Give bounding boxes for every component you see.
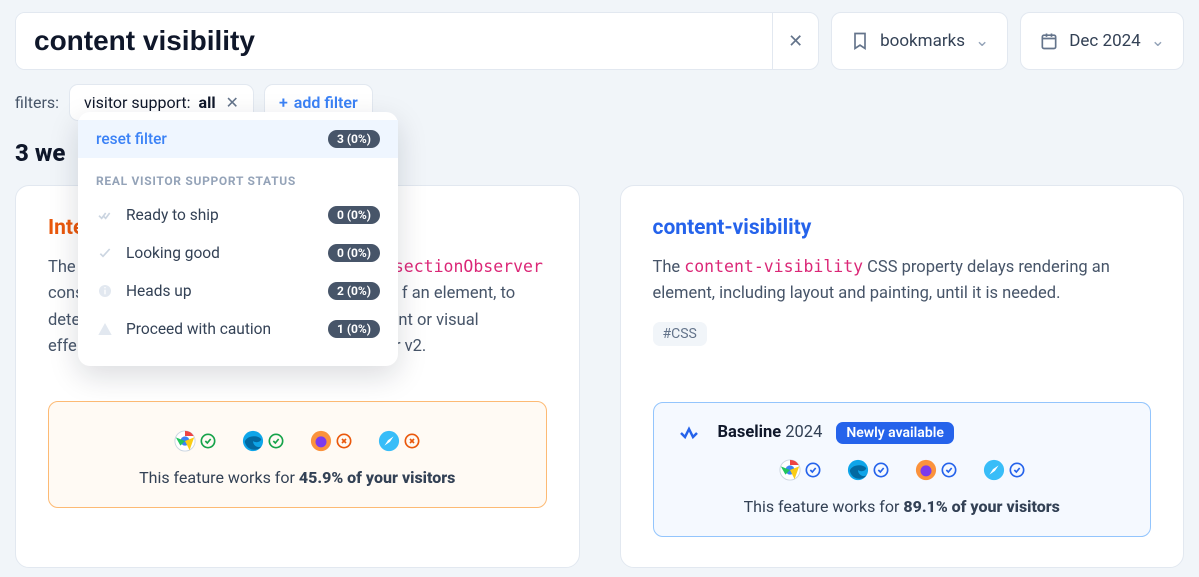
chrome-icon xyxy=(779,459,801,481)
browser-chrome xyxy=(773,457,827,483)
dropdown-item-label: Ready to ship xyxy=(126,206,219,224)
dropdown-item-heads-up[interactable]: Heads up 2 (0%) xyxy=(78,272,398,310)
reset-filter-label: reset filter xyxy=(96,130,167,148)
dropdown-item-proceed-with-caution[interactable]: Proceed with caution 1 (0%) xyxy=(78,310,398,348)
works-prefix: This feature works for xyxy=(744,497,904,516)
dropdown-item-looking-good[interactable]: Looking good 0 (0%) xyxy=(78,234,398,272)
result-card-content-visibility[interactable]: content-visibility The content-visibilit… xyxy=(620,185,1185,568)
newly-available-badge: Newly available xyxy=(836,422,954,444)
works-for-line: This feature works for 89.1% of your vis… xyxy=(676,497,1129,516)
support-panel: This feature works for 45.9% of your vis… xyxy=(48,401,547,508)
bookmarks-button[interactable]: bookmarks ⌄ xyxy=(831,12,1008,70)
plus-icon: + xyxy=(279,93,288,112)
desc-frag: The xyxy=(653,258,685,277)
dropdown-item-count: 0 (0%) xyxy=(328,244,380,262)
works-for-line: This feature works for 45.9% of your vis… xyxy=(71,468,524,487)
baseline-header: Baseline 2024 Newly available xyxy=(676,421,1129,445)
firefox-icon xyxy=(310,430,332,452)
desc-frag: f an element, to xyxy=(402,284,515,303)
date-label: Dec 2024 xyxy=(1069,31,1141,51)
filter-chip-value: all xyxy=(199,93,216,112)
close-icon: ✕ xyxy=(788,31,803,52)
browser-firefox xyxy=(304,428,358,454)
warning-icon xyxy=(96,321,114,337)
filter-dropdown: reset filter 3 (0%) REAL VISITOR SUPPORT… xyxy=(78,112,398,366)
chevron-down-icon: ⌄ xyxy=(975,31,989,51)
desc-frag: dete xyxy=(48,311,80,330)
dropdown-item-count: 1 (0%) xyxy=(328,320,380,338)
browser-support-row xyxy=(71,428,524,454)
browser-safari xyxy=(372,428,426,454)
remove-filter-icon[interactable]: ✕ xyxy=(226,93,239,112)
filters-label: filters: xyxy=(15,93,59,112)
baseline-word: Baseline xyxy=(718,423,782,442)
baseline-icon xyxy=(676,421,704,445)
browser-support-row xyxy=(676,457,1129,483)
top-bar: ✕ bookmarks ⌄ Dec 2024 ⌄ xyxy=(15,12,1184,70)
x-circle-icon xyxy=(404,433,420,449)
edge-icon xyxy=(847,459,869,481)
works-value: 45.9% of your visitors xyxy=(299,468,456,487)
chrome-icon xyxy=(174,430,196,452)
desc-frag: nt or visual xyxy=(398,311,478,330)
check-icon xyxy=(96,245,114,261)
check-circle-icon xyxy=(873,462,889,478)
check-circle-icon xyxy=(941,462,957,478)
filter-chip-key: visitor support: xyxy=(84,93,190,112)
works-value: 89.1% of your visitors xyxy=(903,497,1060,516)
support-panel: Baseline 2024 Newly available xyxy=(653,402,1152,537)
check-circle-icon xyxy=(1009,462,1025,478)
edge-icon xyxy=(242,430,264,452)
desc-frag: r v2. xyxy=(395,337,426,356)
dropdown-item-label: Proceed with caution xyxy=(126,320,271,338)
dropdown-item-label: Looking good xyxy=(126,244,220,262)
code-frag: content-visibility xyxy=(684,257,863,276)
reset-count-pill: 3 (0%) xyxy=(328,130,380,148)
check-circle-icon xyxy=(268,433,284,449)
baseline-label: Baseline 2024 xyxy=(718,423,823,442)
firefox-icon xyxy=(915,459,937,481)
card-title: content-visibility xyxy=(653,216,1152,240)
safari-icon xyxy=(983,459,1005,481)
calendar-icon xyxy=(1039,31,1059,51)
bookmark-icon xyxy=(850,31,870,51)
info-icon xyxy=(96,283,114,299)
works-prefix: This feature works for xyxy=(139,468,299,487)
bookmarks-label: bookmarks xyxy=(880,31,965,51)
dropdown-reset-filter[interactable]: reset filter 3 (0%) xyxy=(78,120,398,158)
css-tag[interactable]: #CSS xyxy=(653,322,707,346)
code-frag: sectionObserver xyxy=(394,257,543,276)
check-circle-icon xyxy=(805,462,821,478)
check-circle-icon xyxy=(200,433,216,449)
baseline-year: 2024 xyxy=(785,423,822,442)
search-input[interactable] xyxy=(16,13,772,69)
desc-frag: effe xyxy=(48,337,77,356)
chevron-down-icon: ⌄ xyxy=(1151,31,1165,51)
x-circle-icon xyxy=(336,433,352,449)
dropdown-section-header: REAL VISITOR SUPPORT STATUS xyxy=(78,158,398,196)
browser-safari xyxy=(977,457,1031,483)
browser-firefox xyxy=(909,457,963,483)
add-filter-label: add filter xyxy=(294,93,358,112)
dropdown-item-count: 0 (0%) xyxy=(328,206,380,224)
results-heading-text: 3 we xyxy=(15,139,65,167)
desc-frag: The xyxy=(48,258,76,277)
card-description: The content-visibility CSS property dela… xyxy=(653,254,1152,308)
dropdown-item-count: 2 (0%) xyxy=(328,282,380,300)
dropdown-item-label: Heads up xyxy=(126,282,192,300)
double-check-icon xyxy=(96,207,114,223)
browser-edge xyxy=(841,457,895,483)
browser-chrome xyxy=(168,428,222,454)
date-picker-button[interactable]: Dec 2024 ⌄ xyxy=(1020,12,1184,70)
search-container: ✕ xyxy=(15,12,819,70)
dropdown-item-ready-to-ship[interactable]: Ready to ship 0 (0%) xyxy=(78,196,398,234)
safari-icon xyxy=(378,430,400,452)
clear-search-button[interactable]: ✕ xyxy=(772,13,818,69)
browser-edge xyxy=(236,428,290,454)
